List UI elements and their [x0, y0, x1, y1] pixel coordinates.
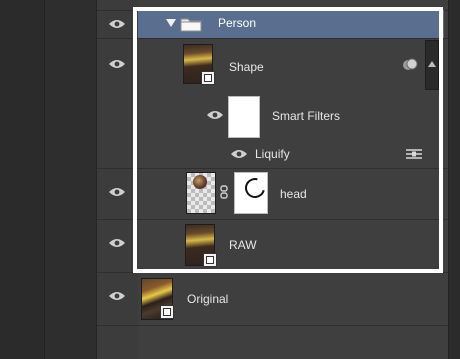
row-separator [97, 325, 448, 326]
row-separator [97, 168, 448, 169]
eye-icon[interactable] [230, 148, 248, 160]
head-thumbnail-content [193, 175, 207, 189]
layer-name-raw[interactable]: RAW [229, 238, 257, 252]
smart-filter-options-icon[interactable] [405, 148, 423, 160]
scroll-up-arrow-icon[interactable] [428, 61, 436, 67]
smart-object-badge-icon [160, 305, 174, 319]
smart-object-badge-icon [201, 71, 215, 85]
panel-right-edge [448, 0, 460, 359]
disclosure-triangle-icon[interactable] [166, 19, 176, 27]
layer-mask-thumbnail-head[interactable] [234, 172, 268, 214]
eye-icon[interactable] [108, 237, 126, 249]
group-name: Person [218, 16, 257, 30]
folder-icon [180, 16, 202, 32]
mask-shape [241, 174, 267, 202]
smart-filters-label[interactable]: Smart Filters [272, 109, 340, 123]
visibility-column [96, 0, 140, 359]
eye-icon[interactable] [206, 109, 224, 121]
smart-object-badge-icon [203, 253, 217, 267]
row-separator [97, 219, 448, 220]
layers-scrollbar[interactable] [425, 40, 439, 90]
row-separator [97, 272, 448, 273]
eye-icon[interactable] [108, 18, 126, 30]
eye-icon[interactable] [108, 186, 126, 198]
left-gutter [0, 0, 45, 359]
eye-icon[interactable] [108, 290, 126, 302]
layer-name-shape[interactable]: Shape [229, 60, 264, 74]
filter-name-liquify[interactable]: Liquify [255, 147, 290, 161]
row-separator [97, 38, 448, 39]
link-icon[interactable] [219, 185, 229, 199]
eye-icon[interactable] [108, 58, 126, 70]
layer-thumbnail-head [186, 172, 216, 214]
layer-name-original[interactable]: Original [187, 292, 228, 306]
layer-name-head[interactable]: head [280, 187, 307, 201]
smart-filter-mask-thumbnail[interactable] [228, 96, 260, 138]
style-badge-icon[interactable] [402, 58, 418, 72]
